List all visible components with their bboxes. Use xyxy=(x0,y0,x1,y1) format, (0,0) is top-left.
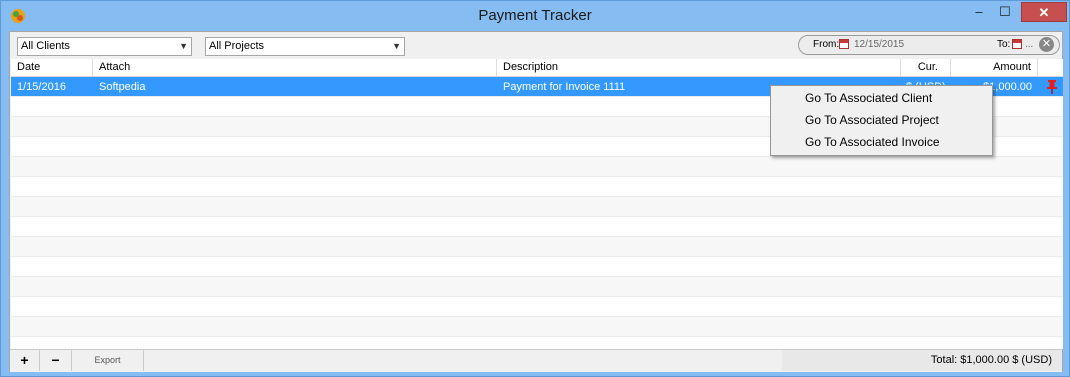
table-row xyxy=(11,257,1063,277)
table-row xyxy=(11,197,1063,217)
footer-bar: + − Export Total: $1,000.00 $ (USD) xyxy=(10,349,1062,372)
clients-select[interactable]: All Clients ▼ xyxy=(17,37,192,56)
calendar-icon[interactable] xyxy=(1012,39,1022,49)
context-menu: Go To Associated Client Go To Associated… xyxy=(770,85,993,156)
chevron-down-icon: ▼ xyxy=(179,41,188,51)
title-bar[interactable]: Payment Tracker – ☐ ✕ xyxy=(1,1,1069,31)
table-row xyxy=(11,177,1063,197)
app-window: Payment Tracker – ☐ ✕ All Clients ▼ All … xyxy=(0,0,1070,377)
to-label: To: xyxy=(997,39,1011,50)
table-row xyxy=(11,237,1063,257)
table-row xyxy=(11,217,1063,237)
menu-item-go-to-project[interactable]: Go To Associated Project xyxy=(805,110,939,130)
table-row xyxy=(11,317,1063,337)
table-row xyxy=(11,297,1063,317)
table-row xyxy=(11,157,1063,177)
projects-select[interactable]: All Projects ▼ xyxy=(205,37,405,56)
column-header-attach[interactable]: Attach xyxy=(93,59,497,76)
menu-item-go-to-invoice[interactable]: Go To Associated Invoice xyxy=(805,132,940,152)
maximize-button[interactable]: ☐ xyxy=(992,2,1018,22)
chevron-down-icon: ▼ xyxy=(392,41,401,51)
add-button[interactable]: + xyxy=(10,350,40,371)
menu-item-go-to-client[interactable]: Go To Associated Client xyxy=(805,88,932,108)
date-cell: 1/15/2016 xyxy=(17,81,66,93)
clear-icon[interactable]: ✕ xyxy=(1039,37,1054,52)
description-cell: Payment for Invoice 1111 xyxy=(503,81,626,93)
minimize-button[interactable]: – xyxy=(966,2,992,22)
filter-toolbar: All Clients ▼ All Projects ▼ From: 12/15… xyxy=(10,32,1062,58)
table-header: Date Attach Description Cur. Amount xyxy=(11,59,1063,77)
column-header-currency[interactable]: Cur. xyxy=(901,59,951,76)
table-row xyxy=(11,277,1063,297)
attach-cell: Softpedia xyxy=(99,81,146,93)
window-title: Payment Tracker xyxy=(478,7,592,24)
projects-select-value: All Projects xyxy=(209,40,265,52)
calendar-icon[interactable] xyxy=(839,39,849,49)
remove-button[interactable]: − xyxy=(40,350,72,371)
to-date-field[interactable]: ... xyxy=(1025,39,1033,50)
from-date-field[interactable]: 12/15/2015 xyxy=(854,39,904,50)
close-button[interactable]: ✕ xyxy=(1021,2,1067,22)
pin-icon[interactable] xyxy=(1047,80,1057,94)
column-header-amount[interactable]: Amount xyxy=(951,59,1038,76)
column-header-description[interactable]: Description xyxy=(497,59,901,76)
export-button[interactable]: Export xyxy=(72,350,144,371)
from-label: From: xyxy=(813,39,840,50)
clients-select-value: All Clients xyxy=(21,40,70,52)
column-header-date[interactable]: Date xyxy=(11,59,93,76)
client-area: All Clients ▼ All Projects ▼ From: 12/15… xyxy=(9,31,1063,372)
date-range-filter: From: 12/15/2015 To: ... ✕ xyxy=(798,35,1060,55)
total-label: Total: $1,000.00 $ (USD) xyxy=(782,350,1062,371)
